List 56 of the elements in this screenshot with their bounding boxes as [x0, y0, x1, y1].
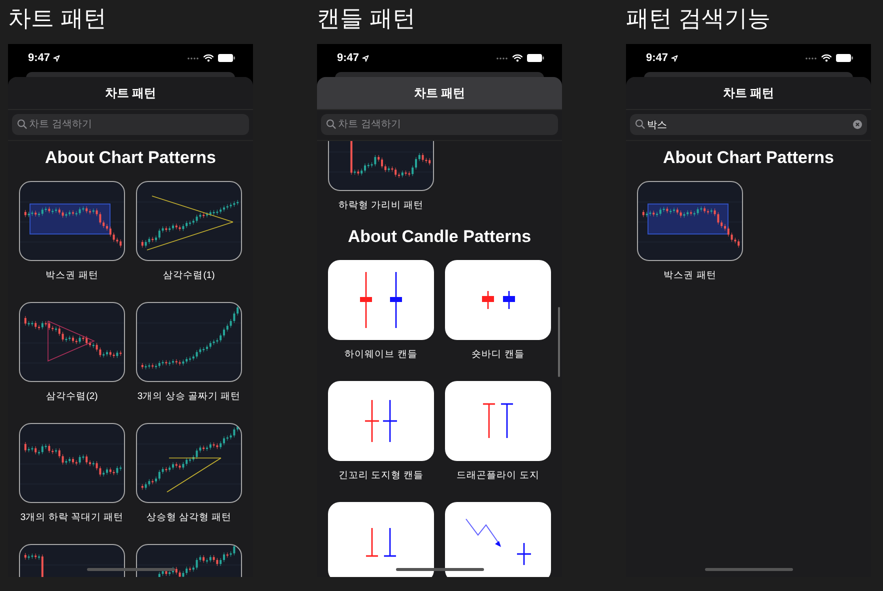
candlestick-drawing: [482, 403, 514, 439]
candlestick-drawing: [365, 527, 397, 557]
battery-icon: [836, 54, 853, 62]
status-time: 9:47: [337, 52, 370, 64]
location-arrow-icon: [53, 54, 60, 62]
wifi-icon: [821, 54, 832, 62]
battery-icon: [527, 54, 544, 62]
pattern-label: 박스권 패턴: [46, 269, 98, 282]
pattern-label: 삼각수렴(2): [46, 390, 98, 403]
pattern-label: 박스권 패턴: [664, 269, 716, 282]
signal-icon: [187, 56, 199, 60]
pattern-card[interactable]: [328, 502, 434, 577]
pattern-label: 삼각수렴(1): [163, 269, 215, 282]
search-field[interactable]: 박스: [630, 114, 867, 135]
section-title: About Candle Patterns: [348, 226, 532, 248]
pattern-card[interactable]: [445, 381, 551, 461]
pattern-label: 상승형 삼각형 패턴: [146, 511, 232, 524]
scrollbar: [558, 307, 560, 377]
search-field[interactable]: 차트 검색하기: [321, 114, 558, 135]
sheet-header: 차트 패턴: [626, 77, 871, 110]
wifi-icon: [203, 54, 214, 62]
panel-caption: 패턴 검색기능: [626, 4, 772, 33]
section-title: About Chart Patterns: [45, 147, 216, 169]
signal-icon: [496, 56, 508, 60]
pattern-label: 3개의 상승 골짜기 패턴: [137, 390, 241, 403]
candlestick-drawing: [464, 518, 532, 566]
sheet-header: 차트 패턴: [317, 77, 562, 110]
location-arrow-icon: [362, 54, 370, 62]
pattern-label: 하락형 가리비 패턴: [338, 199, 424, 212]
wifi-icon: [512, 54, 523, 62]
pattern-label: 드래곤플라이 도지: [456, 469, 540, 482]
clear-icon[interactable]: [853, 120, 862, 129]
panel-caption: 차트 패턴: [8, 4, 108, 33]
sheet-header: 차트 패턴: [8, 77, 253, 110]
search-field[interactable]: 차트 검색하기: [12, 114, 249, 135]
section-title: About Chart Patterns: [663, 147, 834, 169]
pattern-label: 3개의 하락 꼭대기 패턴: [20, 511, 124, 524]
candlestick-drawing: [364, 399, 398, 443]
pattern-label: 숏바디 캔들: [472, 348, 524, 361]
signal-icon: [805, 56, 817, 60]
pattern-label: 긴꼬리 도지형 캔들: [338, 469, 424, 482]
pattern-card[interactable]: [328, 381, 434, 461]
location-arrow-icon: [671, 54, 678, 62]
search-icon: [635, 119, 645, 129]
candlestick-drawing: [359, 271, 403, 329]
pattern-label: 하이웨이브 캔들: [344, 348, 418, 361]
pattern-card[interactable]: [445, 502, 551, 577]
search-icon: [326, 119, 336, 129]
status-time: 9:47: [28, 52, 60, 64]
candlestick-drawing: [480, 290, 516, 310]
panel-caption: 캔들 패턴: [317, 4, 416, 33]
pattern-card[interactable]: [328, 260, 434, 340]
search-icon: [17, 119, 27, 129]
pattern-card[interactable]: [445, 260, 551, 340]
status-time: 9:47: [646, 52, 678, 64]
battery-icon: [218, 54, 235, 62]
